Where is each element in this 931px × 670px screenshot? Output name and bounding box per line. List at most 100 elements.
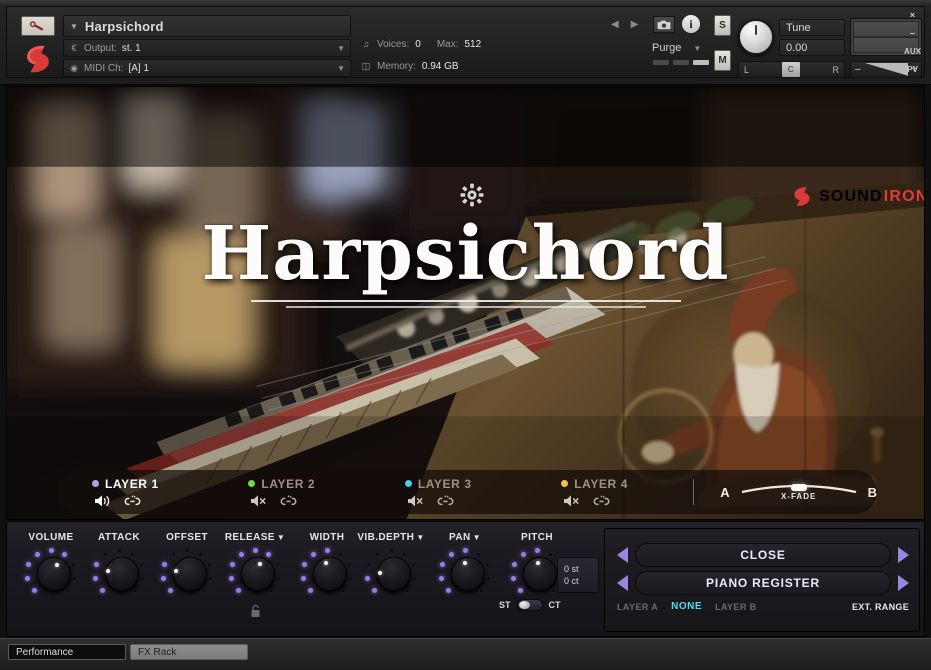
knob-volume[interactable]: VOLUME <box>13 532 89 601</box>
layer-a-label[interactable]: LAYER A <box>617 602 658 612</box>
close-icon[interactable]: × <box>900 6 925 24</box>
link-icon[interactable] <box>436 494 455 508</box>
knob-widget[interactable] <box>159 547 215 601</box>
xfade-handle[interactable] <box>790 484 807 491</box>
knob-body[interactable] <box>313 557 347 591</box>
knob-led <box>70 562 76 568</box>
knob-led <box>341 588 347 594</box>
memory-row: ◫ Memory: 0.94 GB <box>357 57 647 75</box>
st-ct-toggle[interactable] <box>516 599 543 611</box>
knob-label: VIB.DEPTH ▼ <box>357 532 425 543</box>
knob-offset[interactable]: OFFSET <box>149 532 225 601</box>
purge-dropdown[interactable]: Purge ▼ <box>652 40 712 56</box>
xfade-label: X-FADE <box>780 492 817 501</box>
knob-led <box>129 551 135 557</box>
volume-minus-label[interactable]: – <box>855 64 861 75</box>
knob-led <box>228 576 234 582</box>
minimize-icon[interactable]: – <box>900 24 925 42</box>
pv-button[interactable]: PV <box>900 60 925 78</box>
layer-item-2[interactable]: LAYER 2 <box>213 477 369 508</box>
register-button[interactable]: PIANO REGISTER <box>635 571 891 595</box>
knob-led <box>475 551 481 557</box>
speaker-mute-icon[interactable] <box>250 494 269 508</box>
knob-widget[interactable] <box>299 547 355 601</box>
solo-button[interactable]: S <box>714 15 731 36</box>
xfade-slider[interactable]: X-FADE <box>740 479 858 505</box>
arrow-right-icon[interactable] <box>898 575 909 591</box>
layer-b-label[interactable]: LAYER B <box>715 602 756 612</box>
arrow-right-icon[interactable] <box>898 547 909 563</box>
next-arrow-icon[interactable]: ▶ <box>631 19 639 30</box>
knob-led <box>364 576 370 582</box>
knob-led <box>521 551 527 557</box>
arrow-left-icon[interactable] <box>617 547 628 563</box>
chevron-down-icon[interactable]: ▼ <box>337 44 345 53</box>
tab-performance[interactable]: Performance <box>8 644 126 660</box>
knob-pan[interactable]: PAN ▼ <box>427 532 503 601</box>
knob-widget[interactable] <box>437 547 493 601</box>
knob-body[interactable] <box>105 557 139 591</box>
gear-glyph <box>460 183 484 207</box>
tune-value[interactable]: 0.00 <box>779 39 845 56</box>
tab-fx-rack[interactable]: FX Rack <box>130 644 248 660</box>
soundiron-s-glyph <box>27 45 49 73</box>
wrench-icon[interactable] <box>21 16 55 36</box>
chevron-down-icon[interactable]: ▼ <box>277 533 285 542</box>
chevron-down-icon[interactable]: ▼ <box>473 533 481 542</box>
layer-4-icons <box>561 494 682 508</box>
memory-value: 0.94 GB <box>421 60 459 72</box>
speaker-mute-icon[interactable] <box>407 494 426 508</box>
knob-led <box>324 547 330 553</box>
knob-body[interactable] <box>37 557 71 591</box>
layer-item-4[interactable]: LAYER 4 <box>526 477 682 508</box>
ext-range-button[interactable]: EXT. RANGE <box>852 602 909 612</box>
chevron-down-icon[interactable]: ▼ <box>70 22 78 31</box>
arrow-left-icon[interactable] <box>617 575 628 591</box>
xfade-control[interactable]: A X-FADE B <box>720 479 877 505</box>
chevron-down-icon[interactable]: ▼ <box>693 44 701 53</box>
speaker-mute-icon[interactable] <box>563 494 582 508</box>
purge-bar <box>693 60 709 65</box>
knob-body[interactable] <box>451 557 485 591</box>
lock-icon[interactable] <box>250 604 261 623</box>
knob-widget[interactable] <box>227 547 283 601</box>
aux-button[interactable]: AUX <box>900 42 925 60</box>
knob-led <box>534 547 540 553</box>
pan-left-label: L <box>744 64 750 75</box>
voices-row: ♫ Voices: 0 Max: 512 <box>357 35 647 53</box>
knob-vib-depth[interactable]: VIB.DEPTH ▼ <box>353 532 429 601</box>
st-ct-toggle-group[interactable]: ST CT <box>499 599 561 611</box>
knob-led <box>346 562 352 568</box>
link-icon[interactable] <box>123 494 142 508</box>
chevron-down-icon[interactable]: ▼ <box>416 533 424 542</box>
pan-slider[interactable]: L C R <box>738 61 845 78</box>
knob-body[interactable] <box>377 557 411 591</box>
tune-knob[interactable] <box>738 19 774 55</box>
chevron-down-icon[interactable]: ▼ <box>337 64 345 73</box>
prev-arrow-icon[interactable]: ◀ <box>611 19 619 30</box>
knob-body[interactable] <box>173 557 207 591</box>
knob-led <box>366 562 372 568</box>
layer-item-3[interactable]: LAYER 3 <box>370 477 526 508</box>
link-icon[interactable] <box>592 494 611 508</box>
mic-position-button[interactable]: CLOSE <box>635 543 891 567</box>
knob-widget[interactable] <box>23 547 79 601</box>
layer-item-1[interactable]: LAYER 1 <box>57 477 213 508</box>
pan-handle[interactable]: C <box>781 62 800 77</box>
speaker-on-icon[interactable] <box>94 494 113 508</box>
register-none-label[interactable]: NONE <box>671 601 702 612</box>
layer-4-color-dot <box>561 480 569 487</box>
knob-widget[interactable] <box>363 547 419 601</box>
camera-icon[interactable] <box>653 16 675 33</box>
midi-channel-row[interactable]: ◉ MIDI Ch: [A] 1 ▼ <box>63 59 351 77</box>
knob-widget[interactable] <box>91 547 147 601</box>
mute-button[interactable]: M <box>714 50 731 71</box>
knob-attack[interactable]: ATTACK <box>81 532 157 601</box>
output-row[interactable]: € Output: st. 1 ▼ <box>63 39 351 57</box>
knob-release[interactable]: RELEASE ▼ <box>217 532 293 601</box>
pitch-display[interactable]: 0 st 0 ct <box>557 557 599 593</box>
instrument-title-row[interactable]: ▼ Harpsichord <box>63 15 351 37</box>
info-icon[interactable]: i <box>682 15 700 33</box>
gear-icon[interactable] <box>459 182 485 213</box>
link-icon[interactable] <box>279 494 298 508</box>
